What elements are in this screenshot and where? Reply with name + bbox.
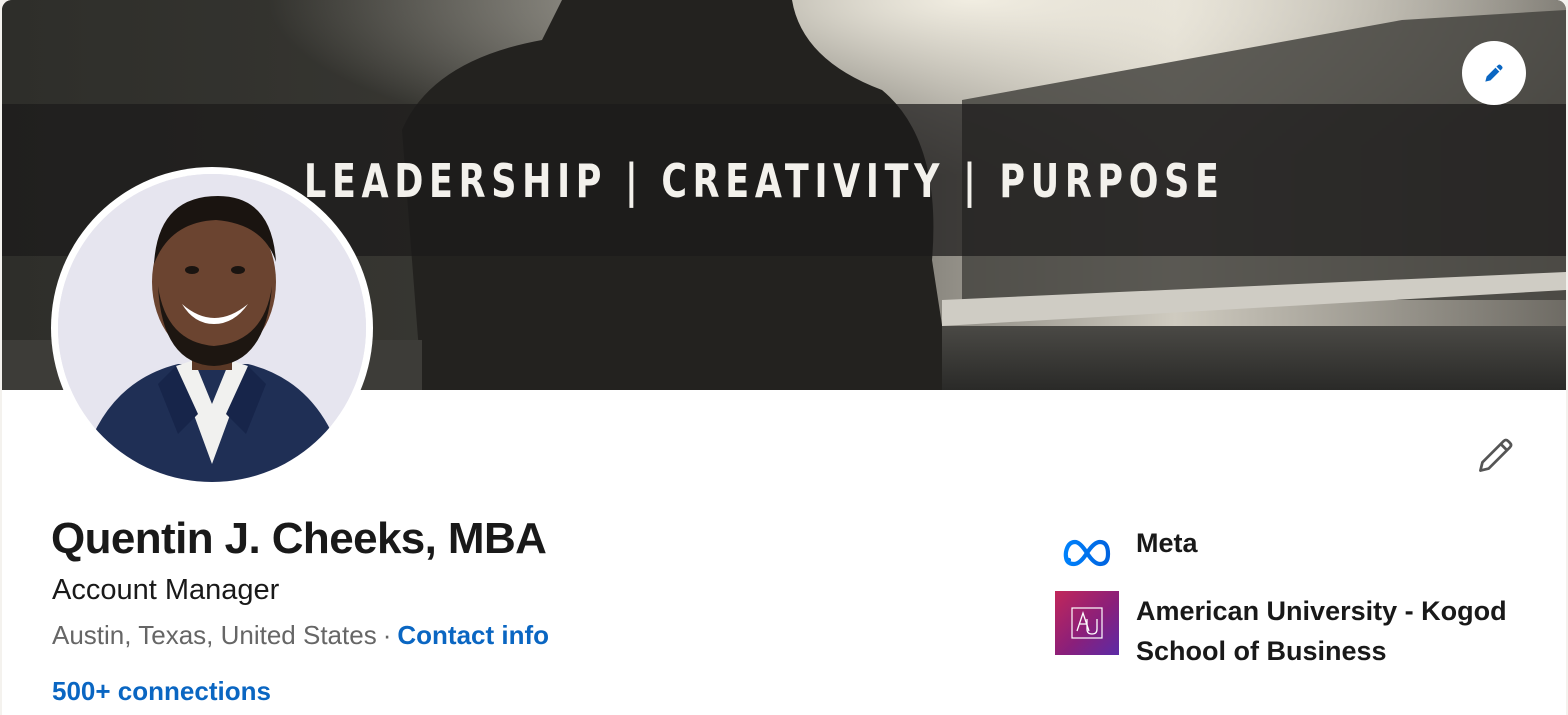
- meta-logo-icon: [1055, 520, 1119, 584]
- contact-info-link[interactable]: Contact info: [397, 620, 549, 650]
- separator-dot: ·: [382, 620, 392, 650]
- profile-headline: Account Manager: [52, 574, 280, 606]
- location-line: Austin, Texas, United States · Contact inf…: [52, 620, 549, 651]
- company-name: Meta: [1136, 528, 1198, 558]
- banner-tagline: LEADERSHIP | CREATIVITY | PURPOSE: [304, 154, 1225, 208]
- connections-link[interactable]: 500+ connections: [52, 676, 271, 707]
- current-company-meta[interactable]: Meta: [1055, 520, 1198, 584]
- school-name: American University - Kogod School of Bu…: [1136, 596, 1507, 666]
- edit-banner-button[interactable]: [1462, 41, 1526, 105]
- profile-photo-image: [58, 174, 366, 482]
- education-american-university[interactable]: American University - Kogod School of Bu…: [1055, 591, 1516, 671]
- profile-photo[interactable]: [51, 167, 373, 489]
- profile-top-card: LEADERSHIP | CREATIVITY | PURPOSE Quenti…: [2, 0, 1566, 715]
- profile-name: Quentin J. Cheeks, MBA: [51, 514, 547, 563]
- person-photo-icon: [58, 174, 366, 482]
- pencil-icon: [1479, 438, 1513, 472]
- pencil-icon: [1485, 64, 1503, 82]
- profile-location: Austin, Texas, United States: [52, 620, 377, 650]
- american-university-logo-icon: [1055, 591, 1119, 655]
- edit-intro-button[interactable]: [1472, 431, 1520, 479]
